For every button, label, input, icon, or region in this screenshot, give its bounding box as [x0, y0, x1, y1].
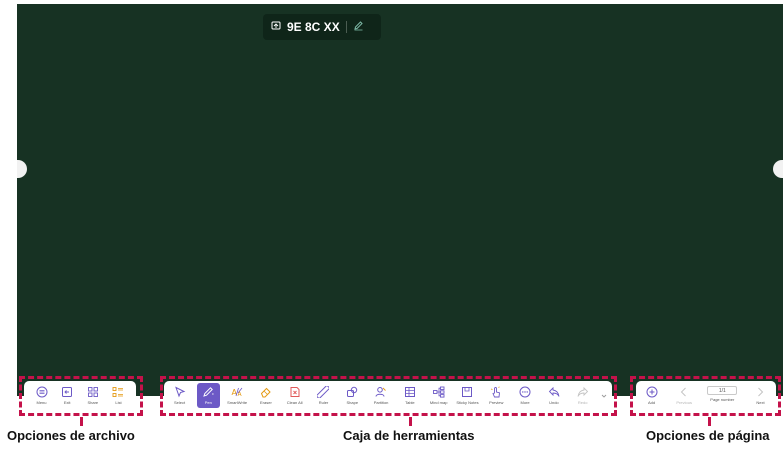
share-screen-icon[interactable]: [271, 18, 281, 36]
page-options-caption: Opciones de página: [646, 428, 770, 443]
page-options-leader: [708, 417, 711, 426]
toolbox-leader: [409, 417, 412, 426]
page-options-callout-box: [630, 376, 781, 416]
toolbox-callout-box: [160, 376, 617, 416]
header-divider: [345, 21, 347, 33]
edit-icon[interactable]: [353, 18, 364, 36]
toolbox-caption: Caja de herramientas: [343, 428, 475, 443]
file-options-leader: [80, 417, 83, 426]
whiteboard-canvas[interactable]: 9E 8C XX: [17, 4, 783, 396]
file-options-caption: Opciones de archivo: [7, 428, 135, 443]
board-code: 9E 8C XX: [287, 20, 340, 34]
board-header: 9E 8C XX: [263, 14, 381, 40]
file-options-callout-box: [19, 376, 143, 416]
